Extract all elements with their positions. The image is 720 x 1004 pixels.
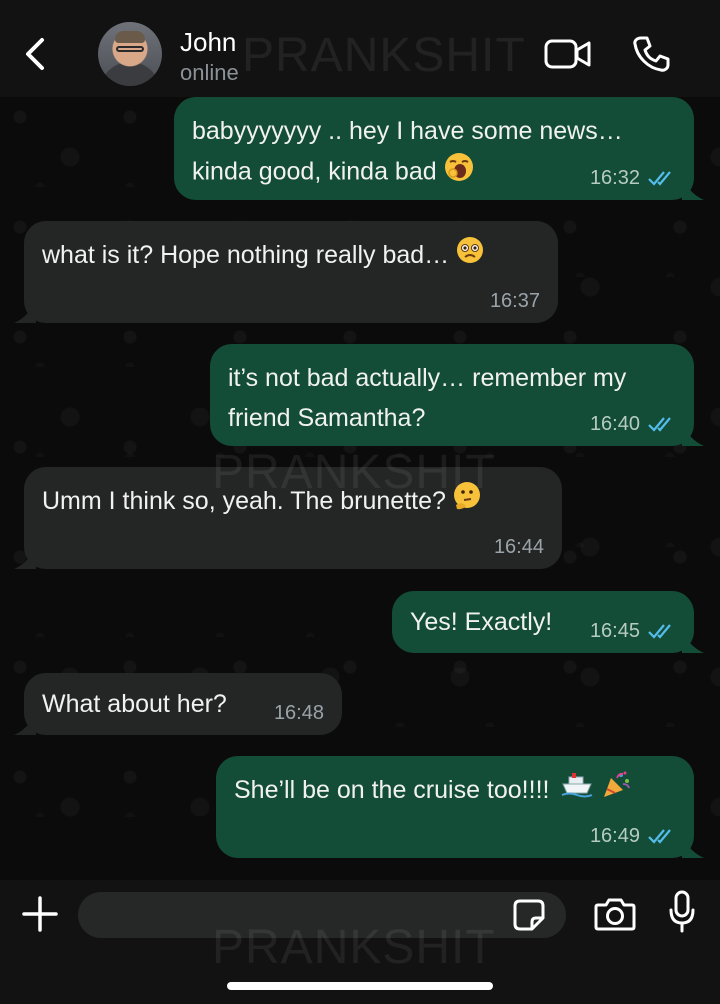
party-popper-icon [601,770,631,812]
message-time: 16:45 [589,620,640,642]
message-bubble[interactable]: what is it? Hope nothing really bad… 16:… [14,221,558,323]
camera-icon[interactable] [594,896,636,932]
message-text: Yes! Exactly! [410,608,553,636]
message-bubble[interactable]: babyyyyyyy .. hey I have some news… kind… [174,97,704,200]
message-time: 16:48 [273,702,324,724]
plus-icon[interactable] [22,896,58,932]
back-icon[interactable] [22,36,50,72]
read-receipt-icon [648,829,671,844]
message-text: kinda good, kinda bad [192,157,437,186]
chat-header: John online PRANKSHIT [0,0,720,97]
sticker-icon[interactable] [512,898,546,932]
microphone-icon[interactable] [668,890,696,934]
message-bubble[interactable]: Yes! Exactly! 16:45 [392,591,704,653]
message-text: She’ll be on the cruise too!!!! [234,776,550,804]
thinking-face-icon [452,481,482,523]
message-text: babyyyyyyy .. hey I have some news… [192,117,623,145]
message-input[interactable] [78,892,566,938]
read-receipt-icon [648,417,671,432]
message-text: What about her? [42,690,227,718]
read-receipt-icon [648,171,671,186]
message-bubble[interactable]: Umm I think so, yeah. The brunette? 16:4… [14,467,562,569]
ship-icon [561,771,593,811]
worried-face-icon [455,235,485,277]
message-time: 16:40 [589,413,640,435]
watermark: PRANKSHIT [242,29,526,82]
message-text: friend Samantha? [228,404,426,432]
message-text: it’s not bad actually… remember my [228,364,627,392]
message-bubble[interactable]: She’ll be on the cruise too!!!! 16:49 [216,756,704,858]
avatar[interactable] [98,22,162,86]
yawning-face-icon [443,151,475,195]
contact-name[interactable]: John [180,27,236,58]
message-bubble[interactable]: it’s not bad actually… remember my frien… [210,344,704,446]
message-text: Umm I think so, yeah. The brunette? [42,487,446,515]
read-receipt-icon [648,624,671,639]
message-text: what is it? Hope nothing really bad… [42,241,450,269]
message-time: 16:44 [493,536,544,558]
home-indicator[interactable] [227,982,493,990]
message-bubble[interactable]: What about her? 16:48 [14,673,342,735]
message-time: 16:37 [489,290,540,312]
video-call-icon[interactable] [544,38,592,70]
contact-status: online [180,60,239,85]
message-time: 16:49 [589,825,640,847]
chat-history[interactable]: babyyyyyyy .. hey I have some news… kind… [0,97,720,880]
voice-call-icon[interactable] [632,35,670,73]
message-time: 16:32 [589,167,640,189]
